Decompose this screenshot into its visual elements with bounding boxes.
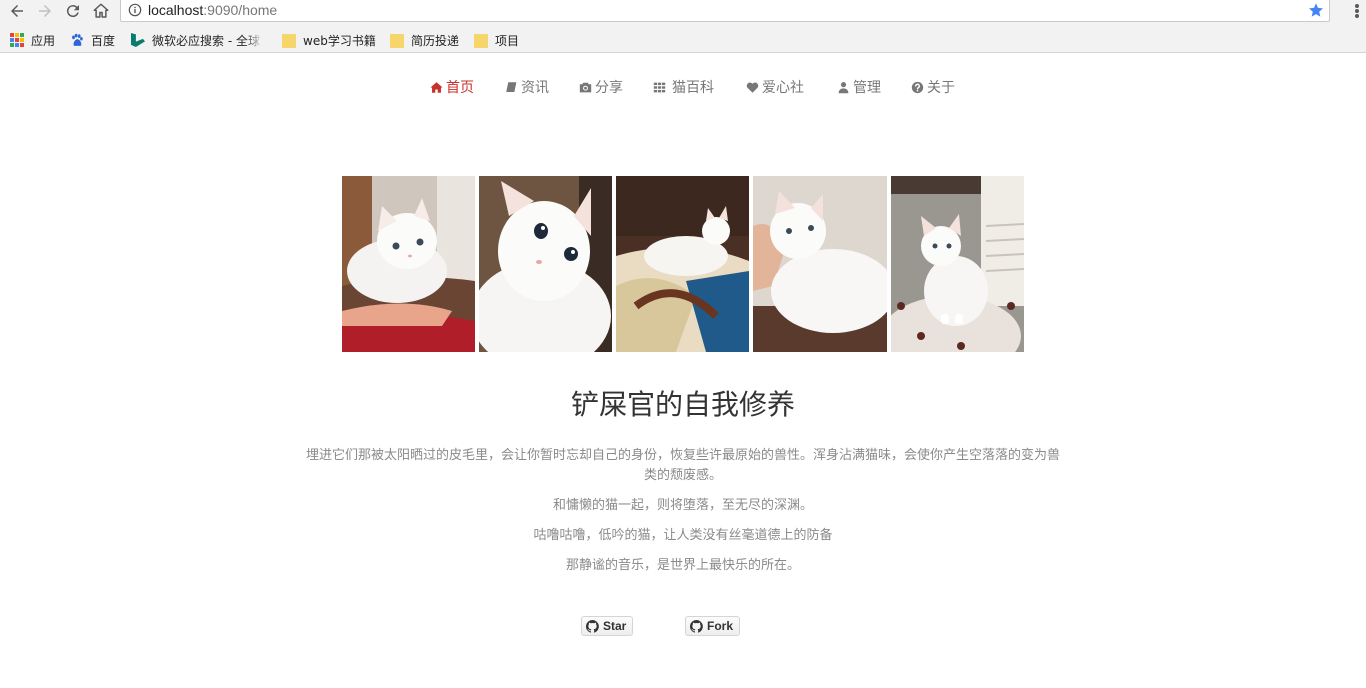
cat-photo[interactable] <box>342 176 475 352</box>
cat-photo[interactable] <box>753 176 887 352</box>
paragraph: 咕噜咕噜，低吟的猫，让人类没有丝毫道德上的防备 <box>533 528 833 543</box>
url-text[interactable]: localhost:9090/home <box>148 1 277 19</box>
nav-about[interactable]: 关于 <box>911 78 955 96</box>
folder-icon <box>282 34 296 48</box>
book-icon <box>505 81 517 92</box>
info-icon[interactable] <box>128 3 142 17</box>
intro-text: 埋进它们那被太阳晒过的皮毛里，会让你暂时忘却自己的身份，恢复些许最原始的兽性。浑… <box>300 446 1066 586</box>
nav-label: 首页 <box>446 80 474 96</box>
bookmark-resume[interactable]: 简历投递 <box>390 30 459 50</box>
paragraph: 埋进它们那被太阳晒过的皮毛里，会让你暂时忘却自己的身份，恢复些许最原始的兽性。浑… <box>305 448 1060 483</box>
cat-photo[interactable] <box>891 176 1024 352</box>
nav-label: 分享 <box>595 80 623 96</box>
back-button[interactable] <box>5 0 29 22</box>
bookmark-apps[interactable]: 应用 <box>10 30 55 50</box>
cat-photo[interactable] <box>479 176 612 352</box>
nav-label: 爱心社 <box>762 80 804 96</box>
github-fork-button[interactable]: Fork <box>685 616 741 636</box>
question-circle-icon <box>911 81 924 93</box>
nav-share[interactable]: 分享 <box>579 78 623 96</box>
bookmark-label: web学习书籍 <box>303 33 376 48</box>
nav-label: 关于 <box>927 80 955 96</box>
github-icon <box>690 619 703 633</box>
cat-photo[interactable] <box>616 176 749 352</box>
github-star-button[interactable]: Star <box>581 616 634 636</box>
folder-icon <box>390 34 404 48</box>
page-title: 铲屎官的自我修养 <box>570 388 795 421</box>
bookmark-label: 简历投递 <box>411 33 460 48</box>
arrow-left-icon <box>11 5 23 17</box>
home-button[interactable] <box>89 0 113 22</box>
github-icon <box>586 619 599 633</box>
heart-icon <box>746 82 759 93</box>
bookmark-label: 项目 <box>495 33 520 48</box>
home-icon <box>430 81 443 93</box>
bookmark-label: 百度 <box>91 33 116 48</box>
fork-label: Fork <box>707 619 734 633</box>
nav-admin[interactable]: 管理 <box>837 78 881 96</box>
nav-news[interactable]: 资讯 <box>505 78 549 96</box>
bookmark-label: 应用 <box>31 33 56 48</box>
bing-icon <box>131 33 145 47</box>
house-icon <box>93 3 109 18</box>
bookmark-baidu[interactable]: 百度 <box>70 30 115 50</box>
nav-label: 管理 <box>853 80 881 96</box>
address-bar[interactable]: localhost:9090/home <box>120 0 1330 22</box>
nav-charity[interactable]: 爱心社 <box>746 78 804 96</box>
bookmark-label: 微软必应搜索 - 全球 <box>152 33 260 48</box>
bookmark-bing[interactable]: 微软必应搜索 - 全球 <box>131 30 260 50</box>
browser-menu-icon[interactable] <box>1354 2 1360 20</box>
reload-icon <box>66 5 79 18</box>
paragraph: 那静谧的音乐，是世界上最快乐的所在。 <box>565 558 800 573</box>
folder-icon <box>474 34 488 48</box>
reload-button[interactable] <box>61 0 85 22</box>
user-icon <box>838 81 849 93</box>
nav-label: 猫百科 <box>672 80 714 96</box>
bookmark-web-books[interactable]: web学习书籍 <box>282 30 376 50</box>
nav-home[interactable]: 首页 <box>430 78 474 96</box>
nav-cat-wiki[interactable]: 猫百科 <box>653 78 714 96</box>
arrow-right-icon <box>39 5 51 17</box>
bookmark-star-icon[interactable] <box>1308 2 1324 18</box>
browser-toolbar: localhost:9090/home <box>0 0 1366 27</box>
nav-label: 资讯 <box>521 80 549 96</box>
cat-photo-gallery <box>342 176 1024 352</box>
star-label: Star <box>603 619 627 633</box>
baidu-paw-icon <box>72 33 83 46</box>
bookmarks-bar: 应用 百度 微软必应搜索 - 全球 web学习书籍 简历投递 项目 <box>0 27 1366 53</box>
bookmark-projects[interactable]: 项目 <box>474 30 519 50</box>
paragraph: 和慵懒的猫一起，则将堕落，至无尽的深渊。 <box>552 498 813 513</box>
forward-button[interactable] <box>33 0 57 22</box>
grid-icon <box>653 82 666 92</box>
apps-grid-icon <box>10 33 24 47</box>
camera-icon <box>579 82 592 92</box>
